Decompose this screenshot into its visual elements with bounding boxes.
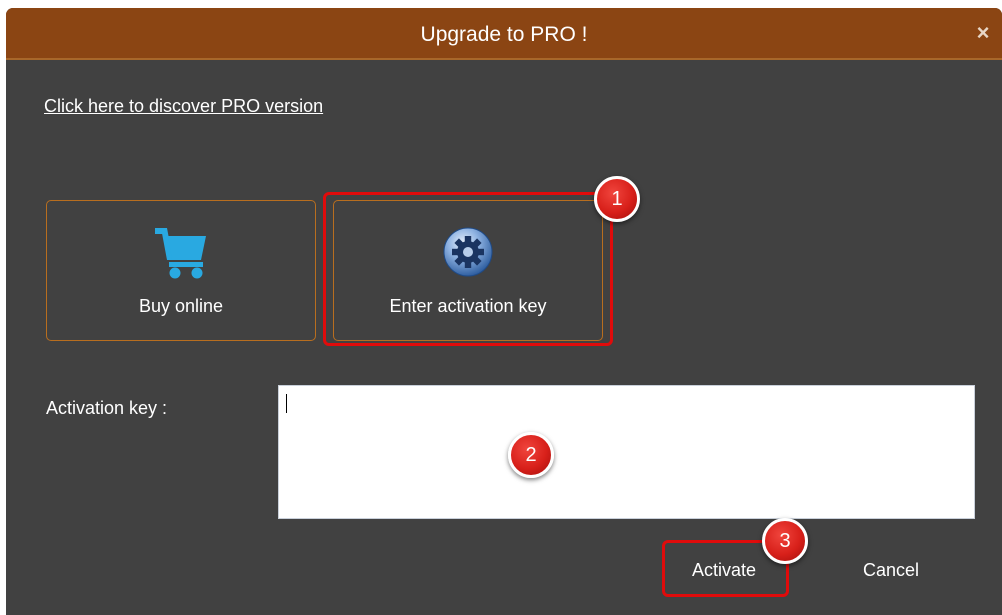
discover-pro-link[interactable]: Click here to discover PRO version bbox=[44, 96, 323, 117]
buy-online-button[interactable]: Buy online bbox=[46, 200, 316, 341]
upgrade-dialog: Upgrade to PRO ! × Click here to discove… bbox=[6, 8, 1002, 615]
activation-key-input[interactable] bbox=[278, 385, 975, 519]
step-3-badge: 3 bbox=[762, 518, 808, 564]
dialog-title: Upgrade to PRO ! bbox=[420, 23, 588, 46]
activation-key-label: Activation key : bbox=[46, 398, 168, 418]
enter-activation-key-label: Enter activation key bbox=[389, 296, 547, 316]
title-bar: Upgrade to PRO ! × bbox=[6, 8, 1002, 60]
buy-online-label: Buy online bbox=[138, 296, 224, 316]
text-caret bbox=[286, 394, 287, 413]
close-icon: × bbox=[976, 20, 990, 45]
activate-button[interactable]: Activate bbox=[674, 556, 774, 584]
enter-activation-key-button[interactable]: Enter activation key bbox=[333, 200, 603, 341]
close-button[interactable]: × bbox=[972, 20, 994, 46]
step-1-badge: 1 bbox=[594, 176, 640, 222]
cancel-button[interactable]: Cancel bbox=[846, 556, 936, 584]
shopping-cart-icon bbox=[47, 224, 315, 279]
step-2-badge: 2 bbox=[508, 432, 554, 478]
gear-icon bbox=[334, 224, 602, 278]
